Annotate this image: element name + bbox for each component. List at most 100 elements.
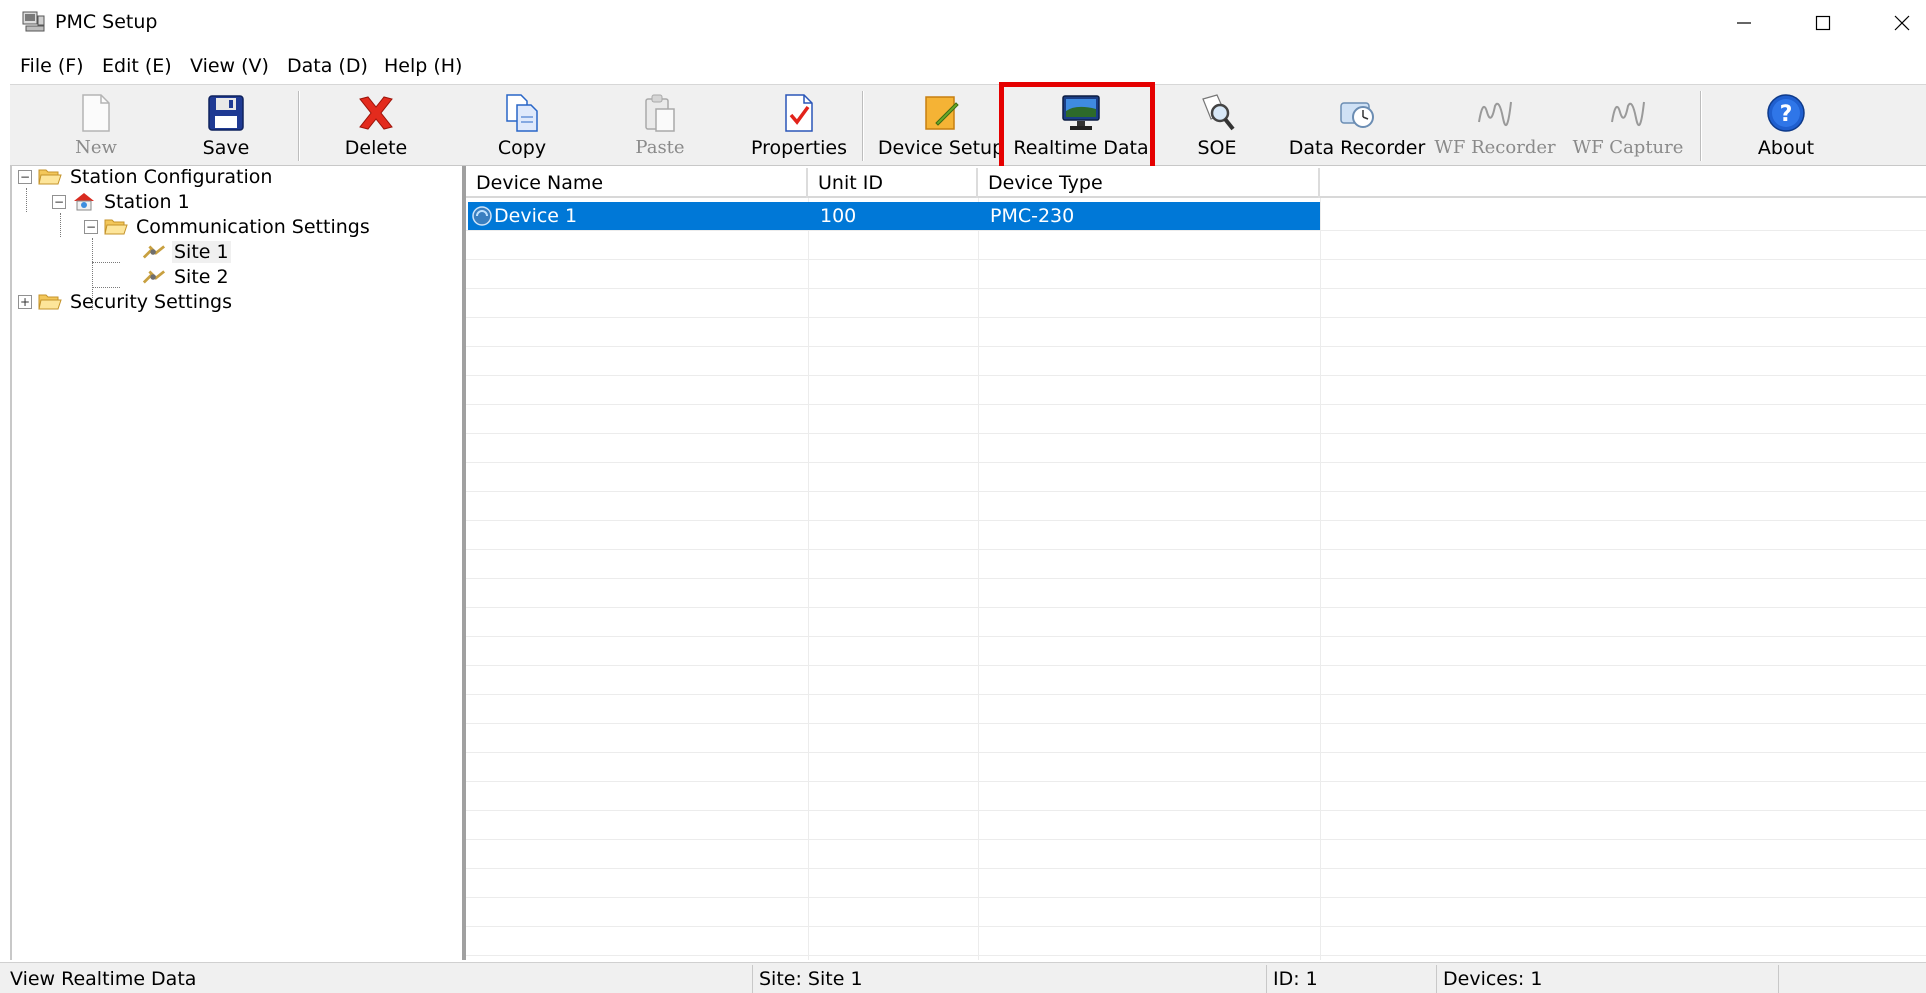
tree-label: Site 1 xyxy=(172,241,231,263)
list-header: Device Name Unit ID Device Type xyxy=(466,168,1926,198)
device-list: Device Name Unit ID Device Type Device 1… xyxy=(466,166,1926,960)
grid-line xyxy=(466,810,1926,811)
grid-line xyxy=(466,375,1926,376)
device-type-cell: PMC-230 xyxy=(990,205,1075,227)
device-status-icon xyxy=(472,206,492,226)
tree-item-station-configuration[interactable]: − Station Configuration xyxy=(18,163,274,191)
svg-text:?: ? xyxy=(1780,102,1793,127)
collapse-icon[interactable]: − xyxy=(52,195,66,209)
collapse-icon[interactable]: − xyxy=(84,220,98,234)
grid-line xyxy=(466,259,1926,260)
toolbar-separator xyxy=(862,91,864,161)
wf-capture-button[interactable]: WF Capture xyxy=(1568,85,1688,167)
waveform-icon xyxy=(1474,91,1516,135)
new-label: New xyxy=(75,137,117,158)
copy-button[interactable]: Copy xyxy=(474,85,570,167)
soe-button[interactable]: SOE xyxy=(1172,85,1262,167)
tree-label: Station Configuration xyxy=(70,166,273,188)
save-button[interactable]: Save xyxy=(178,85,274,167)
table-row[interactable]: Device 1 100 PMC-230 xyxy=(468,202,1320,230)
expand-icon[interactable]: + xyxy=(18,295,32,309)
station-house-icon xyxy=(72,192,96,212)
grid-line xyxy=(466,404,1926,405)
copy-label: Copy xyxy=(497,137,547,159)
minimize-icon xyxy=(1737,22,1751,24)
wf-recorder-button[interactable]: WF Recorder xyxy=(1430,85,1560,167)
help-question-icon: ? xyxy=(1765,91,1807,135)
tree-item-site-1[interactable]: Site 1 xyxy=(142,238,231,266)
tree-item-security-settings[interactable]: + Security Settings xyxy=(18,288,234,316)
device-setup-button[interactable]: Device Setup xyxy=(876,85,1006,167)
menu-file[interactable]: File (F) xyxy=(20,55,84,77)
close-button[interactable] xyxy=(1872,0,1926,46)
grid-line xyxy=(466,433,1926,434)
new-button[interactable]: New xyxy=(48,85,144,167)
grid-line xyxy=(466,346,1926,347)
maximize-button[interactable] xyxy=(1793,0,1853,46)
about-button[interactable]: ? About xyxy=(1738,85,1834,167)
tree-item-station-1[interactable]: − Station 1 xyxy=(52,188,192,216)
wf-capture-label: WF Capture xyxy=(1572,137,1684,158)
station-tree: − Station Configuration − Station 1 − Co… xyxy=(10,166,466,960)
data-recorder-clock-icon xyxy=(1336,91,1378,135)
toolbar-separator xyxy=(1700,91,1702,161)
minimize-button[interactable] xyxy=(1714,0,1774,46)
delete-label: Delete xyxy=(344,137,408,159)
grid-line xyxy=(466,723,1926,724)
grid-line xyxy=(466,288,1926,289)
menu-edit[interactable]: Edit (E) xyxy=(102,55,172,77)
status-message: View Realtime Data xyxy=(10,968,197,990)
grid-line xyxy=(466,317,1926,318)
status-id: ID: 1 xyxy=(1266,965,1436,993)
grid-line xyxy=(978,198,979,960)
toolbar: New Save Delete Copy Paste Properties De… xyxy=(10,84,1926,166)
status-empty-pane xyxy=(1778,965,1926,993)
grid-line xyxy=(466,752,1926,753)
properties-button[interactable]: Properties xyxy=(736,85,862,167)
column-header-device-type[interactable]: Device Type xyxy=(978,168,1320,198)
highlight-annotation-box xyxy=(999,82,1155,172)
device-name-cell: Device 1 xyxy=(494,205,578,227)
folder-open-icon xyxy=(38,167,62,187)
grid-line xyxy=(466,781,1926,782)
grid-line xyxy=(466,636,1926,637)
column-header-unit-id[interactable]: Unit ID xyxy=(808,168,978,198)
maximize-icon xyxy=(1815,15,1831,31)
grid-line xyxy=(466,462,1926,463)
menu-data[interactable]: Data (D) xyxy=(287,55,368,77)
tree-connector xyxy=(92,262,120,263)
device-setup-label: Device Setup xyxy=(877,137,1005,159)
toolbar-separator xyxy=(298,91,300,161)
column-header-device-name[interactable]: Device Name xyxy=(466,168,808,198)
close-icon xyxy=(1894,15,1910,31)
grid-line xyxy=(1320,198,1321,960)
grid-line xyxy=(466,868,1926,869)
tree-connector xyxy=(60,213,61,237)
menu-view[interactable]: View (V) xyxy=(190,55,269,77)
data-recorder-button[interactable]: Data Recorder xyxy=(1286,85,1428,167)
folder-open-icon xyxy=(104,217,128,237)
tree-item-site-2[interactable]: Site 2 xyxy=(142,263,231,291)
tree-label: Communication Settings xyxy=(136,216,370,238)
grid-line xyxy=(466,694,1926,695)
title-bar: PMC Setup xyxy=(0,0,1926,46)
waveform-icon xyxy=(1607,91,1649,135)
device-setup-note-icon xyxy=(920,91,962,135)
paste-label: Paste xyxy=(635,137,685,158)
app-icon xyxy=(22,11,46,33)
about-label: About xyxy=(1757,137,1815,159)
tree-connector xyxy=(26,188,27,212)
magnifier-document-icon xyxy=(1196,91,1238,135)
red-x-icon xyxy=(355,91,397,135)
grid-line xyxy=(808,198,809,960)
grid-line xyxy=(466,926,1926,927)
grid-line xyxy=(466,491,1926,492)
menu-help[interactable]: Help (H) xyxy=(384,55,462,77)
copy-icon xyxy=(501,91,543,135)
tree-item-communication-settings[interactable]: − Communication Settings xyxy=(84,213,372,241)
paste-button[interactable]: Paste xyxy=(612,85,708,167)
properties-checklist-icon xyxy=(778,91,820,135)
delete-button[interactable]: Delete xyxy=(326,85,426,167)
floppy-disk-icon xyxy=(205,91,247,135)
collapse-icon[interactable]: − xyxy=(18,170,32,184)
